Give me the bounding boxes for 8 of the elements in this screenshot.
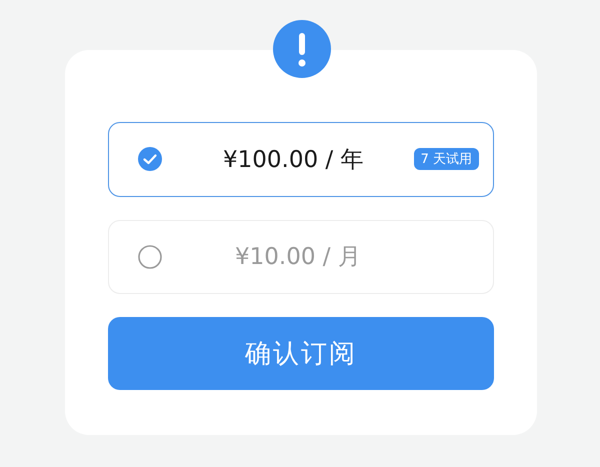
trial-badge: 7 天试用 [414,148,479,170]
checked-radio-icon [137,146,163,172]
plan-option[interactable]: ¥10.00 / 月 [108,220,494,294]
confirm-button[interactable]: 确认订阅 [108,317,494,390]
radio-icon [137,244,163,270]
plan-price: ¥10.00 / 月 [235,243,361,272]
plan-price: ¥100.00 / 年 [223,146,364,175]
plan-option[interactable]: ¥100.00 / 年 7 天试用 [108,122,494,197]
